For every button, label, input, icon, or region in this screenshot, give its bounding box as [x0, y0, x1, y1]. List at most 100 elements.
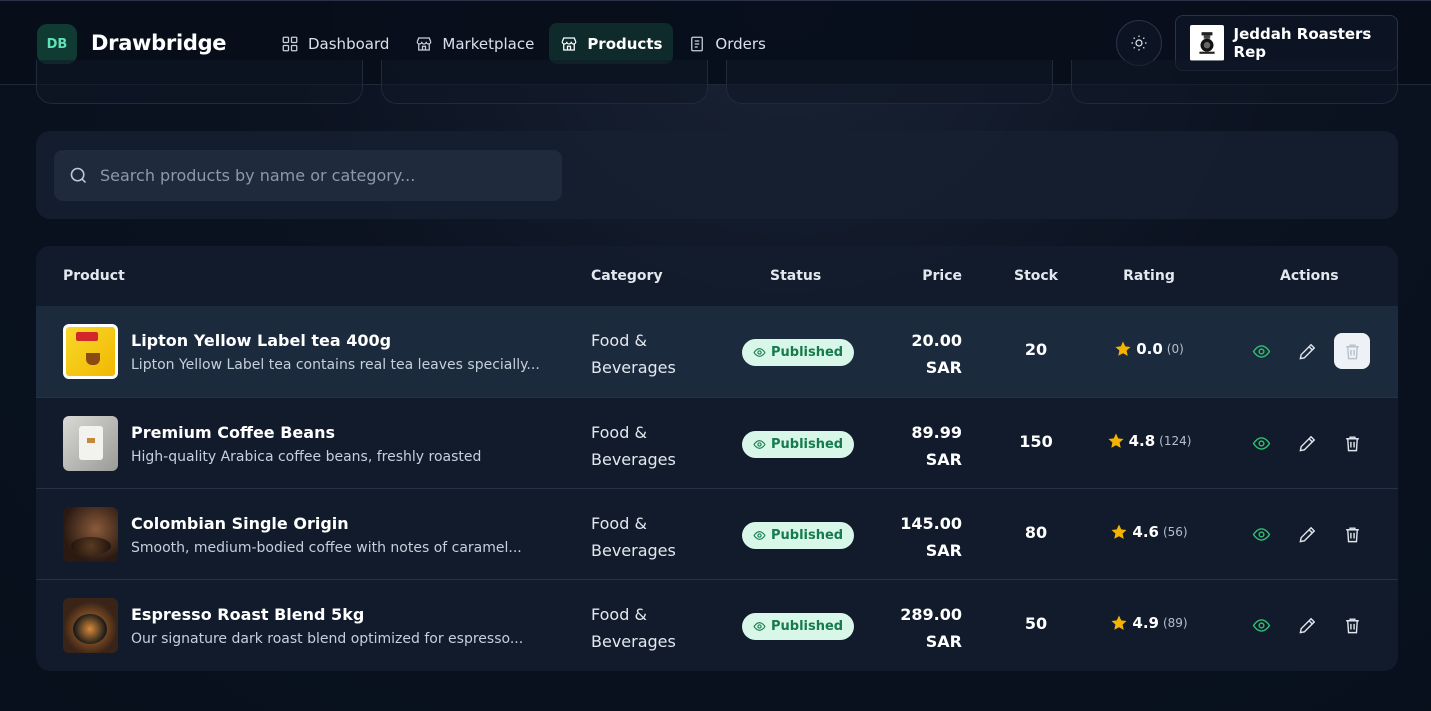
nav-orders-label: Orders [715, 34, 766, 53]
table-row[interactable]: Colombian Single Origin Smooth, medium-b… [36, 488, 1398, 579]
search-input[interactable] [100, 166, 540, 185]
product-stock: 150 [1019, 432, 1053, 451]
product-rating: 4.8 (124) [1076, 432, 1222, 450]
table-row[interactable]: Espresso Roast Blend 5kg Our signature d… [36, 579, 1398, 670]
status-badge: Published [742, 431, 855, 458]
user-name: Jeddah Roasters Rep [1233, 25, 1372, 61]
rating-count: (0) [1166, 342, 1184, 356]
header-product[interactable]: Product [63, 268, 125, 284]
trash-icon [1345, 435, 1359, 451]
avatar [1190, 25, 1224, 61]
product-category: Food & Beverages [591, 423, 676, 469]
product-thumbnail[interactable] [63, 324, 118, 379]
delete-button[interactable] [1334, 516, 1370, 552]
sun-icon [1131, 35, 1147, 51]
pencil-icon [1298, 526, 1315, 543]
product-description: Our signature dark roast blend optimized… [131, 631, 524, 647]
dashboard-icon [282, 36, 298, 51]
product-category: Food & Beverages [591, 605, 676, 651]
status-label: Published [771, 345, 844, 360]
nav-products[interactable]: Products [549, 23, 674, 64]
nav-marketplace-label: Marketplace [442, 34, 535, 53]
table-row[interactable]: Lipton Yellow Label tea 400g Lipton Yell… [36, 306, 1398, 397]
price-currency: SAR [925, 358, 962, 377]
rating-value: 0.0 [1136, 340, 1163, 358]
status-badge: Published [742, 522, 855, 549]
nav-marketplace[interactable]: Marketplace [404, 23, 545, 64]
star-icon [1111, 524, 1127, 539]
edit-button[interactable] [1289, 516, 1325, 552]
store-icon [561, 36, 577, 51]
status-label: Published [771, 437, 844, 452]
eye-icon [1252, 527, 1270, 541]
star-icon [1115, 341, 1131, 356]
product-rating: 4.9 (89) [1076, 614, 1222, 632]
product-category: Food & Beverages [591, 331, 676, 377]
product-stock: 20 [1024, 340, 1048, 359]
product-stock: 50 [1024, 614, 1048, 633]
pencil-icon [1298, 435, 1315, 452]
edit-button[interactable] [1289, 607, 1325, 643]
header-price[interactable]: Price [882, 268, 962, 284]
product-name[interactable]: Espresso Roast Blend 5kg [131, 605, 364, 624]
view-button[interactable] [1243, 607, 1279, 643]
product-name[interactable]: Colombian Single Origin [131, 514, 349, 533]
main-nav: Dashboard Marketplace Products Orders [270, 23, 777, 64]
eye-icon [753, 622, 766, 631]
view-button[interactable] [1243, 516, 1279, 552]
header-actions: Actions [1280, 268, 1339, 284]
eye-icon [753, 440, 766, 449]
product-price: 145.00 SAR [882, 510, 962, 564]
edit-button[interactable] [1289, 333, 1325, 369]
search-box[interactable] [54, 150, 562, 201]
table-row[interactable]: Premium Coffee Beans High-quality Arabic… [36, 397, 1398, 488]
header-category[interactable]: Category [591, 268, 663, 284]
header-rating[interactable]: Rating [1076, 268, 1222, 284]
product-name[interactable]: Lipton Yellow Label tea 400g [131, 331, 391, 350]
trash-icon [1345, 526, 1359, 542]
product-thumbnail[interactable] [63, 507, 118, 562]
edit-button[interactable] [1289, 425, 1325, 461]
price-currency: SAR [925, 450, 962, 469]
product-name[interactable]: Premium Coffee Beans [131, 423, 335, 442]
header-stock[interactable]: Stock [996, 268, 1076, 284]
price-value: 20.00 [911, 331, 962, 350]
delete-button[interactable] [1334, 333, 1370, 369]
price-value: 89.99 [911, 423, 962, 442]
product-thumbnail[interactable] [63, 598, 118, 653]
coffee-bag-image [79, 426, 103, 460]
view-button[interactable] [1243, 333, 1279, 369]
stat-card [1071, 60, 1398, 104]
trash-icon [1345, 617, 1359, 633]
price-value: 145.00 [900, 514, 962, 533]
coffee-machine-icon [1199, 32, 1215, 54]
price-currency: SAR [925, 632, 962, 651]
status-label: Published [771, 619, 844, 634]
eye-icon [753, 531, 766, 540]
product-thumbnail[interactable] [63, 416, 118, 471]
logo[interactable]: DB [37, 24, 77, 64]
document-icon [691, 36, 704, 51]
coffee-beans-image [71, 537, 111, 555]
product-price: 289.00 SAR [882, 601, 962, 655]
rating-value: 4.8 [1128, 432, 1156, 450]
product-description: High-quality Arabica coffee beans, fresh… [131, 449, 482, 465]
coffee-bag-label-image [87, 438, 95, 443]
header-status[interactable]: Status [770, 268, 821, 284]
delete-button[interactable] [1334, 425, 1370, 461]
star-icon [1111, 615, 1127, 630]
status-label: Published [771, 528, 844, 543]
search-panel [36, 131, 1398, 219]
nav-dashboard[interactable]: Dashboard [270, 23, 400, 64]
product-category: Food & Beverages [591, 514, 676, 560]
view-button[interactable] [1243, 425, 1279, 461]
delete-button[interactable] [1334, 607, 1370, 643]
search-icon [70, 167, 87, 184]
star-icon [1108, 433, 1124, 448]
status-badge: Published [742, 613, 855, 640]
nav-orders[interactable]: Orders [677, 23, 776, 64]
product-stock: 80 [1024, 523, 1048, 542]
tea-box-image [66, 327, 115, 376]
product-description: Lipton Yellow Label tea contains real te… [131, 357, 540, 373]
brand-name[interactable]: Drawbridge [91, 31, 227, 55]
